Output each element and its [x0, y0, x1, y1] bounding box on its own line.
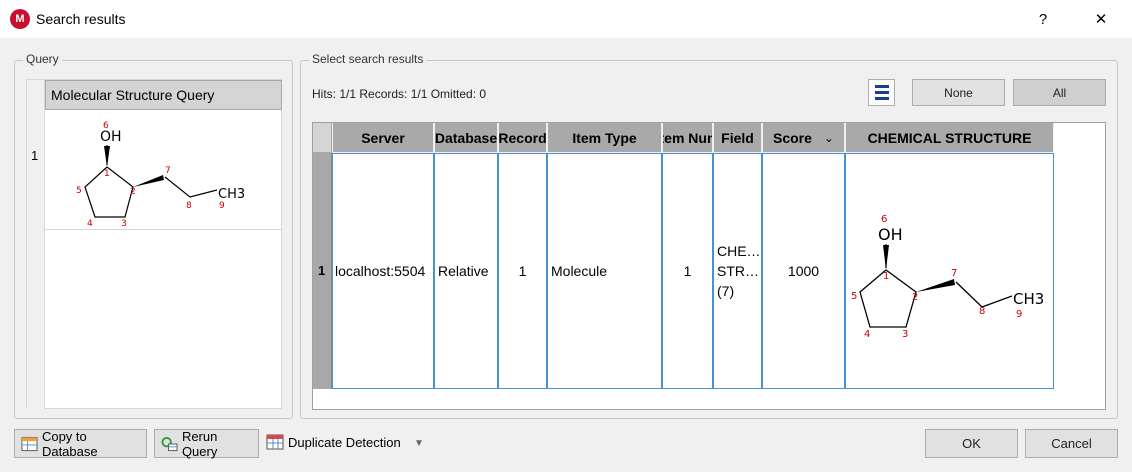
- sort-chevron-icon: ⌄: [823, 130, 834, 145]
- column-header-database[interactable]: Database: [434, 123, 498, 153]
- results-table: Server Database Record Item Type Item Nu…: [312, 122, 1106, 410]
- close-button[interactable]: ✕: [1078, 0, 1124, 38]
- query-atom-index: 5: [76, 186, 82, 196]
- result-atom-index: 9: [1016, 309, 1022, 320]
- cell-chemical-structure[interactable]: OH 6 1 2 3 4 5 7 8 9 CH3: [845, 153, 1054, 389]
- result-atom-index: 7: [951, 268, 957, 279]
- query-atom-oh: OH: [100, 129, 122, 145]
- duplicate-detection-label: Duplicate Detection: [288, 434, 401, 450]
- column-header-item-num[interactable]: Item Num: [662, 123, 713, 153]
- cell-record[interactable]: 1: [498, 153, 547, 389]
- query-group-label: Query: [23, 52, 62, 66]
- query-atom-ch3: CH3: [218, 187, 245, 202]
- result-molecule-drawing: OH 6 1 2 3 4 5 7 8 9 CH3: [851, 214, 1044, 340]
- copy-to-database-button[interactable]: Copy to Database: [14, 428, 147, 459]
- result-atom-index: 1: [883, 271, 889, 282]
- columns-menu-button[interactable]: [868, 79, 895, 106]
- cell-field[interactable]: CHE… STR… (7): [713, 153, 762, 389]
- help-button[interactable]: ?: [1020, 0, 1066, 38]
- query-atom-index: 6: [103, 121, 109, 131]
- result-atom-index: 4: [864, 329, 870, 340]
- ok-button[interactable]: OK: [925, 429, 1018, 458]
- column-header-score[interactable]: Score ⌄: [762, 123, 845, 153]
- hamburger-icon-bar: [874, 97, 889, 100]
- cell-database[interactable]: Relative: [434, 153, 498, 389]
- result-atom-index: 3: [902, 329, 908, 340]
- hamburger-icon: [874, 85, 889, 88]
- cancel-button[interactable]: Cancel: [1025, 429, 1118, 458]
- select-none-button[interactable]: None: [912, 79, 1005, 106]
- grid-corner: [313, 123, 332, 153]
- title-bar: M Search results ? ✕: [0, 0, 1132, 38]
- select-all-button[interactable]: All: [1013, 79, 1106, 106]
- field-line-1: CHE…: [717, 243, 761, 259]
- rerun-icon: [161, 436, 178, 451]
- result-atom-oh: OH: [878, 225, 903, 244]
- rerun-query-button[interactable]: Rerun Query: [154, 428, 259, 459]
- query-structure-cell[interactable]: OH 6 1 2 3 4 5 7 8 9 CH3: [45, 110, 282, 230]
- column-header-score-label: Score: [773, 129, 812, 146]
- query-atom-index: 2: [130, 187, 136, 197]
- result-atom-index: 8: [979, 306, 985, 317]
- column-header-chemical-structure[interactable]: CHEMICAL STRUCTURE: [845, 123, 1054, 153]
- cell-item-type[interactable]: Molecule: [547, 153, 662, 389]
- field-line-3: (7): [717, 283, 735, 299]
- cell-server[interactable]: localhost:5504: [332, 153, 434, 389]
- hits-summary: Hits: 1/1 Records: 1/1 Omitted: 0: [312, 87, 487, 101]
- query-atom-index: 8: [186, 201, 192, 211]
- cell-score[interactable]: 1000: [762, 153, 845, 389]
- row-number: 1: [318, 263, 326, 278]
- query-row-header-column: [27, 80, 45, 410]
- column-header-server[interactable]: Server: [332, 123, 434, 153]
- field-line-2: STR…: [717, 263, 759, 279]
- copy-to-database-label: Copy to Database: [41, 428, 98, 459]
- query-atom-index: 3: [121, 219, 127, 229]
- query-row-number: 1: [31, 148, 39, 163]
- column-header-record[interactable]: Record: [498, 123, 547, 153]
- database-table-icon: [21, 436, 38, 451]
- column-header-field[interactable]: Field: [713, 123, 762, 153]
- row-header[interactable]: 1: [313, 153, 332, 389]
- app-logo-icon: M: [10, 9, 30, 29]
- hamburger-icon-bar: [874, 91, 889, 94]
- window-title: Search results: [36, 11, 126, 27]
- query-table: Molecular Structure Query 1 OH 6 1 2 3 4…: [26, 79, 282, 410]
- cell-item-num[interactable]: 1: [662, 153, 713, 389]
- query-atom-index: 7: [165, 166, 171, 176]
- query-atom-index: 9: [219, 201, 225, 211]
- query-molecule-drawing: OH 6 1 2 3 4 5 7 8 9 CH3: [76, 121, 245, 229]
- result-atom-index: 2: [912, 292, 918, 303]
- query-column-header: Molecular Structure Query: [45, 80, 282, 110]
- query-atom-index: 1: [104, 169, 110, 179]
- result-atom-index: 6: [881, 214, 887, 225]
- result-atom-index: 5: [851, 291, 857, 302]
- results-group-label: Select search results: [309, 52, 427, 66]
- column-header-item-type[interactable]: Item Type: [547, 123, 662, 153]
- dropdown-chevron-icon[interactable]: ▼: [414, 438, 424, 449]
- result-atom-ch3: CH3: [1013, 290, 1044, 308]
- duplicate-table-icon: [266, 434, 284, 450]
- rerun-query-label: Rerun Query: [181, 428, 218, 459]
- query-atom-index: 4: [87, 219, 93, 229]
- duplicate-detection-button[interactable]: Duplicate Detection: [266, 434, 401, 450]
